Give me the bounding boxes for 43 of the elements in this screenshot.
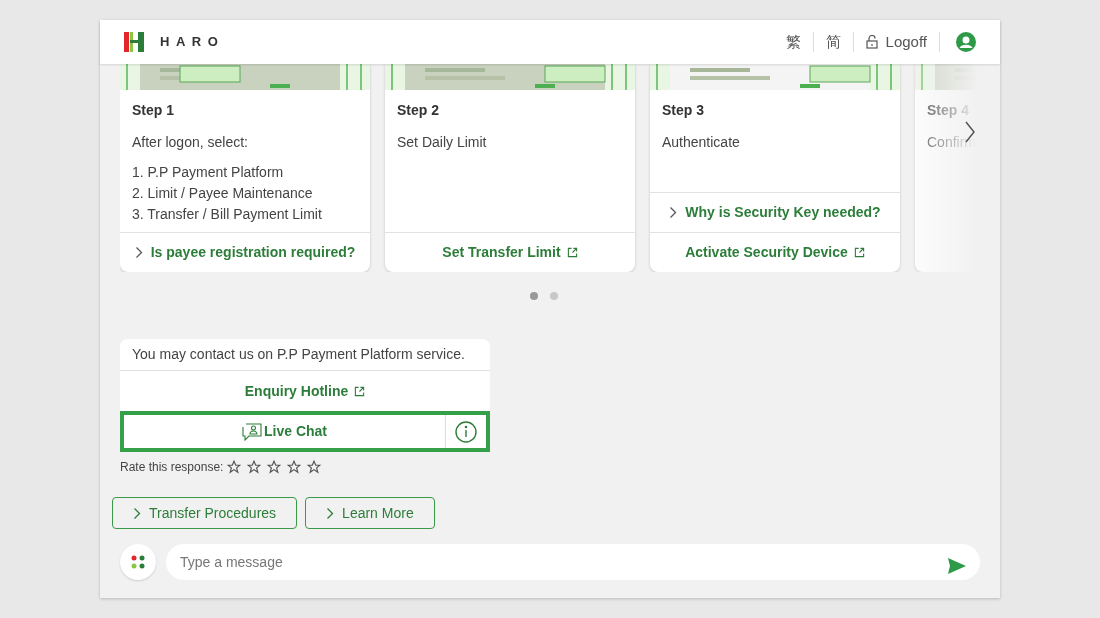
chat-agent-icon [242,422,262,441]
star-rating[interactable] [227,460,322,474]
hotline-link[interactable]: Enquiry Hotline [244,380,366,402]
star-icon[interactable] [307,460,322,474]
step-title: Step 1 [132,101,174,120]
language-button[interactable]: 繁 [773,30,813,54]
step-description: Set Daily Limit [397,133,487,152]
chevron-right-icon [134,246,143,259]
step-list-item: 2. Limit / Payee Maintenance [132,184,314,203]
live-chat-button[interactable]: Live Chat [124,415,445,448]
step-description: After logon, select: [132,133,248,152]
logo-icon [124,32,144,52]
step-title: Step 2 [397,101,439,120]
suggestion-chip[interactable]: Transfer Procedures [112,497,298,529]
step-list-item: 1. P.P Payment Platform [132,163,285,182]
step-description: Authenticate [662,133,740,152]
star-icon[interactable] [247,460,262,474]
contact-message: You may contact us on P.P Payment Platform service. [120,339,490,371]
star-icon[interactable] [287,460,302,474]
language-button[interactable]: 简 [813,30,853,54]
external-link-icon [354,385,366,397]
message-field[interactable]: Type a message [166,544,980,580]
suggestion-chip[interactable]: Learn More [305,497,435,529]
brand-name: HARO [160,33,225,52]
external-link[interactable]: Activate Security Device [685,242,865,263]
chevron-right-icon [133,506,141,520]
expand-link[interactable]: Why is Security Key needed? [669,202,881,223]
logoff-button[interactable]: Logoff [853,30,939,54]
external-link-icon [853,247,865,258]
step-title: Step 3 [662,101,704,120]
expand-link[interactable]: Is payee registration required? [134,242,356,263]
chevron-right-icon [669,206,678,219]
unlock-icon [865,35,878,49]
star-icon[interactable] [227,460,242,474]
user-avatar-icon[interactable] [956,32,976,52]
chevron-right-icon [326,506,335,520]
step-list-item: 3. Transfer / Bill Payment Limit [132,205,323,224]
rating-label: Rate this response: [120,459,224,476]
send-icon[interactable] [948,558,966,574]
external-link-icon [566,247,578,258]
bot-avatar-icon [120,544,156,580]
external-link[interactable]: Set Transfer Limit [442,242,578,263]
star-icon[interactable] [267,460,282,474]
